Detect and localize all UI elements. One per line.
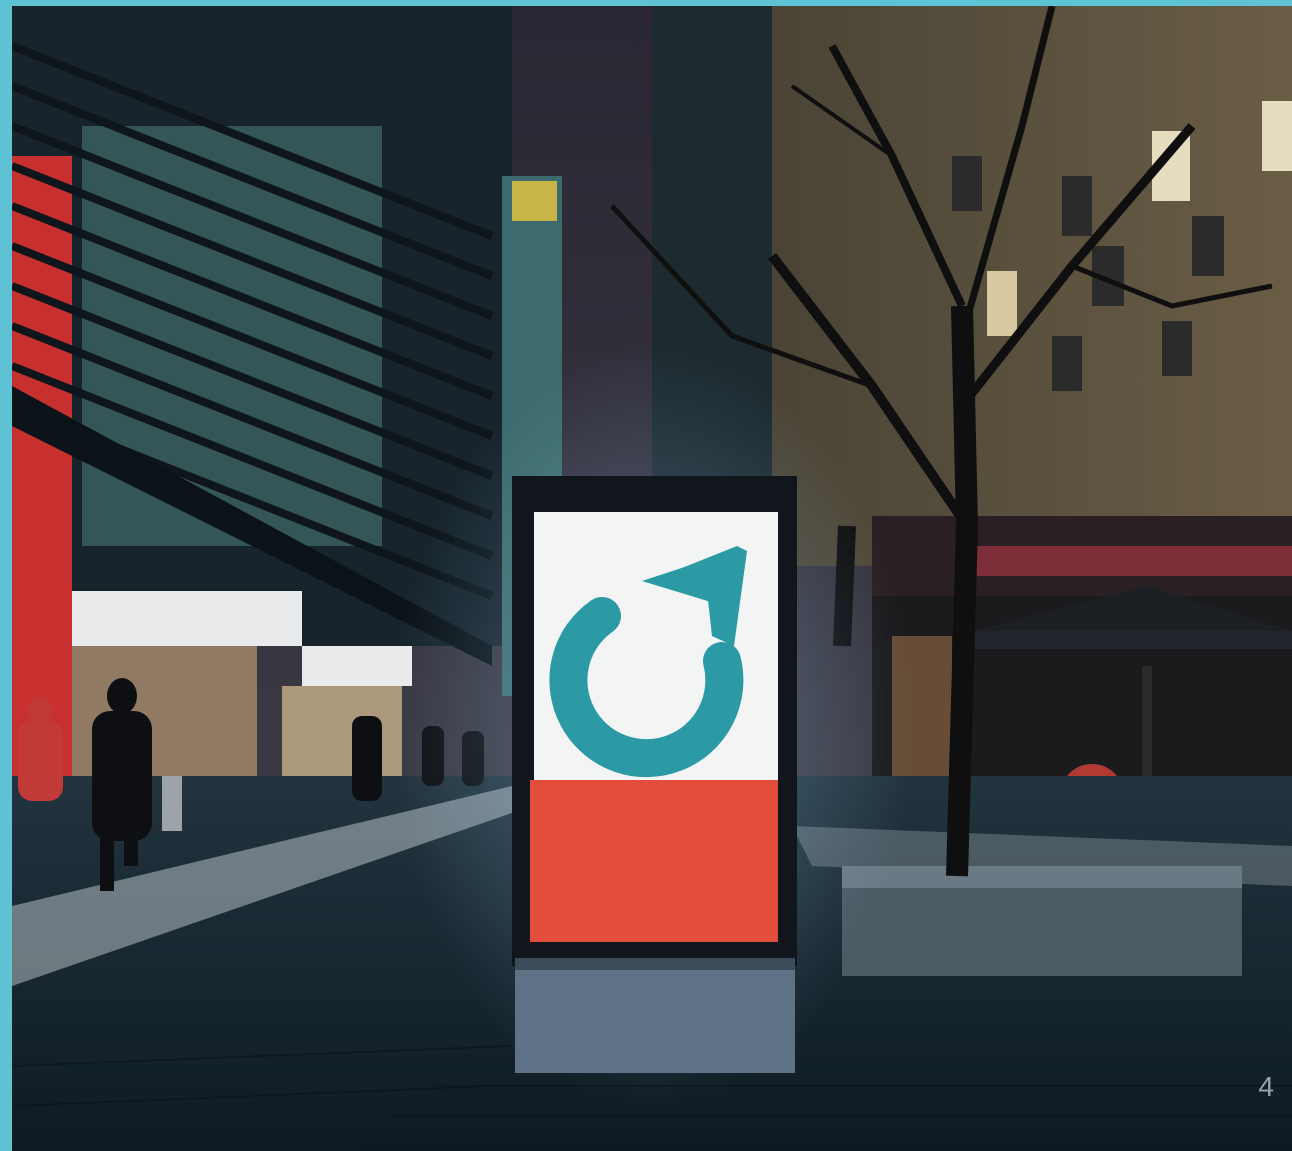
left-accent-bar [0,0,12,1151]
kiosk-panel-red [530,780,778,942]
page-number: 4 [1258,1071,1274,1102]
night-street-photo [12,6,1292,1151]
street-scene-illustration [12,6,1292,1151]
advertising-kiosk [392,346,912,1106]
slide-page: 4 [0,0,1292,1151]
